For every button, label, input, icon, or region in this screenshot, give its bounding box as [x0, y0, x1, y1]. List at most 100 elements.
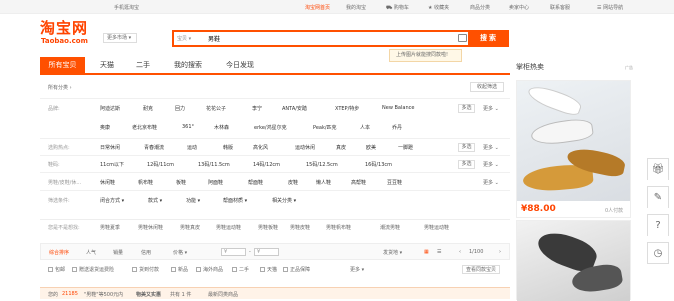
filter-item[interactable]: 一脚蹬 [398, 144, 413, 151]
filter-item[interactable]: 人本 [360, 124, 370, 131]
history-icon[interactable]: ◷ [647, 242, 669, 264]
filter-item[interactable]: 13码/11.5cm [198, 161, 230, 168]
filter-item[interactable]: 青春潮流 [144, 144, 164, 151]
related-link[interactable]: 男鞋休闲鞋 [138, 224, 163, 231]
filter-item[interactable]: 木林森 [214, 124, 229, 131]
camera-icon[interactable] [458, 34, 467, 42]
customer-service-link[interactable]: 联系客服 [550, 4, 570, 11]
filter-item[interactable]: 高化风 [253, 144, 268, 151]
seller-center-link[interactable]: 卖家中心 [509, 4, 529, 11]
filter-item[interactable]: 休闲鞋 [100, 179, 115, 186]
list-view-icon[interactable]: ☰ [437, 249, 441, 255]
filter-item[interactable]: 15码/12.5cm [306, 161, 338, 168]
multi-select-button[interactable]: 多选 [458, 160, 475, 169]
more-button[interactable]: 更多 ⌄ [483, 105, 499, 112]
hot-product-card[interactable] [516, 220, 631, 301]
same-style-button[interactable]: 查看同款宝贝 [462, 265, 501, 274]
breadcrumb[interactable]: 所有分类 › [48, 84, 72, 91]
hot-product-card[interactable]: ¥88.00 0人付款 [516, 80, 631, 218]
filter-item[interactable]: 高帮鞋 [351, 179, 366, 186]
filter-item[interactable]: 帮面鞋 [248, 179, 263, 186]
filter-item[interactable]: 12码/11cm [147, 161, 174, 168]
multi-select-button[interactable]: 多选 [458, 143, 475, 152]
related-link[interactable]: 男鞋运动鞋 [216, 224, 241, 231]
filter-item[interactable]: 豆豆鞋 [387, 179, 402, 186]
search-box[interactable]: 宝贝 ▾ 男鞋 [172, 30, 470, 47]
checkbox-return-insurance[interactable]: 赠送退货运费险 [72, 266, 114, 273]
more-button[interactable]: 更多 ⌄ [483, 144, 499, 151]
filter-item[interactable]: 运动休闲 [295, 144, 315, 151]
filter-dropdown[interactable]: 相关分类 ▾ [272, 197, 296, 204]
filter-item[interactable]: 板鞋 [176, 179, 186, 186]
product-image[interactable] [517, 221, 630, 301]
site-nav-link[interactable]: ☰ 网站导航 [597, 4, 623, 11]
next-page-icon[interactable]: › [499, 249, 501, 255]
more-button[interactable]: 更多 ⌄ [483, 179, 499, 186]
filter-item[interactable]: 阿面鞋 [208, 179, 223, 186]
related-link[interactable]: 潮流男鞋 [380, 224, 400, 231]
filter-item[interactable]: New Balance [382, 105, 414, 111]
checkbox-free-shipping[interactable]: 包邮 [48, 266, 65, 273]
filter-item[interactable]: 欧美 [366, 144, 376, 151]
checkbox-overseas[interactable]: 海外商品 [196, 266, 223, 273]
sort-popularity[interactable]: 人气 [86, 249, 96, 256]
filter-item[interactable]: 11cm以下 [100, 161, 124, 168]
filter-dropdown[interactable]: 功能 ▾ [186, 197, 200, 204]
related-link[interactable]: 男鞋夏季 [100, 224, 120, 231]
filter-item[interactable]: 懒人鞋 [316, 179, 331, 186]
grid-view-icon[interactable]: ▦ [424, 249, 429, 255]
tab-my-search[interactable]: 我的搜索 [166, 57, 210, 73]
filter-dropdown[interactable]: 闭合方式 ▾ [100, 197, 124, 204]
search-category[interactable]: 宝贝 ▾ [177, 35, 191, 42]
filter-item[interactable]: 运动 [187, 144, 197, 151]
help-icon[interactable]: ? [647, 214, 669, 236]
more-options[interactable]: 更多 ▾ [350, 266, 364, 273]
filter-item[interactable]: 真皮 [336, 144, 346, 151]
related-link[interactable]: 男鞋板鞋 [258, 224, 278, 231]
tab-today[interactable]: 今日发现 [218, 57, 262, 73]
sort-price[interactable]: 价格 ▾ [173, 249, 187, 256]
filter-item[interactable]: 阿迪达斯 [100, 105, 120, 112]
categories-link[interactable]: 商品分类 [470, 4, 490, 11]
filter-item[interactable]: 回力 [175, 105, 185, 112]
ship-from-dropdown[interactable]: 发货地 ▾ [383, 249, 402, 256]
checkbox-cod[interactable]: 货到付款 [132, 266, 159, 273]
price-max-input[interactable]: ¥ [254, 248, 279, 256]
filter-item[interactable]: erke/鸿星尔克 [254, 124, 287, 131]
mobile-taobao-link[interactable]: 手机逛淘宝 [114, 4, 139, 11]
taobao-logo[interactable]: 淘宝网 [40, 17, 88, 38]
filter-item[interactable]: 14码/12cm [253, 161, 280, 168]
home-link[interactable]: 淘宝网首页 [305, 4, 330, 11]
related-link[interactable]: 男鞋帆布鞋 [326, 224, 351, 231]
tab-tmall[interactable]: 天猫 [92, 57, 122, 73]
filter-item[interactable]: 日常休闲 [100, 144, 120, 151]
search-input[interactable]: 男鞋 [208, 34, 220, 43]
filter-item[interactable]: 奥康 [100, 124, 110, 131]
tab-all[interactable]: 所有宝贝 [40, 57, 85, 73]
filter-item[interactable]: XTEP/特步 [335, 105, 359, 112]
more-markets-button[interactable]: 更多市场 ▾ [103, 33, 137, 43]
collapse-filter-button[interactable]: 收起筛选 [470, 82, 504, 92]
filter-item[interactable]: 帆布鞋 [138, 179, 153, 186]
filter-item[interactable]: 老北京布鞋 [132, 124, 157, 131]
filter-item[interactable]: 李宁 [252, 105, 262, 112]
related-link[interactable]: 男鞋运动鞋 [424, 224, 449, 231]
checkbox-tmall[interactable]: 天猫 [260, 266, 277, 273]
filter-dropdown[interactable]: 款式 ▾ [148, 197, 162, 204]
tab-secondhand[interactable]: 二手 [128, 57, 158, 73]
filter-dropdown[interactable]: 帮面材质 ▾ [223, 197, 247, 204]
more-button[interactable]: 更多 ⌄ [483, 161, 499, 168]
search-button[interactable]: 搜索 [469, 30, 509, 47]
related-link[interactable]: 男鞋皮鞋 [290, 224, 310, 231]
multi-select-button[interactable]: 多选 [458, 104, 475, 113]
filter-item[interactable]: Peak/匹克 [313, 124, 337, 131]
related-link[interactable]: 男鞋真皮 [180, 224, 200, 231]
filter-item[interactable]: 乔丹 [392, 124, 402, 131]
checkbox-genuine[interactable]: 正品保障 [283, 266, 310, 273]
filter-item[interactable]: 韩版 [223, 144, 233, 151]
price-min-input[interactable]: ¥ [221, 248, 246, 256]
filter-item[interactable]: 花花公子 [206, 105, 226, 112]
filter-item[interactable]: 耐克 [143, 105, 153, 112]
filter-item[interactable]: 皮鞋 [288, 179, 298, 186]
gift-icon[interactable]: 🎁︎ [647, 158, 669, 180]
